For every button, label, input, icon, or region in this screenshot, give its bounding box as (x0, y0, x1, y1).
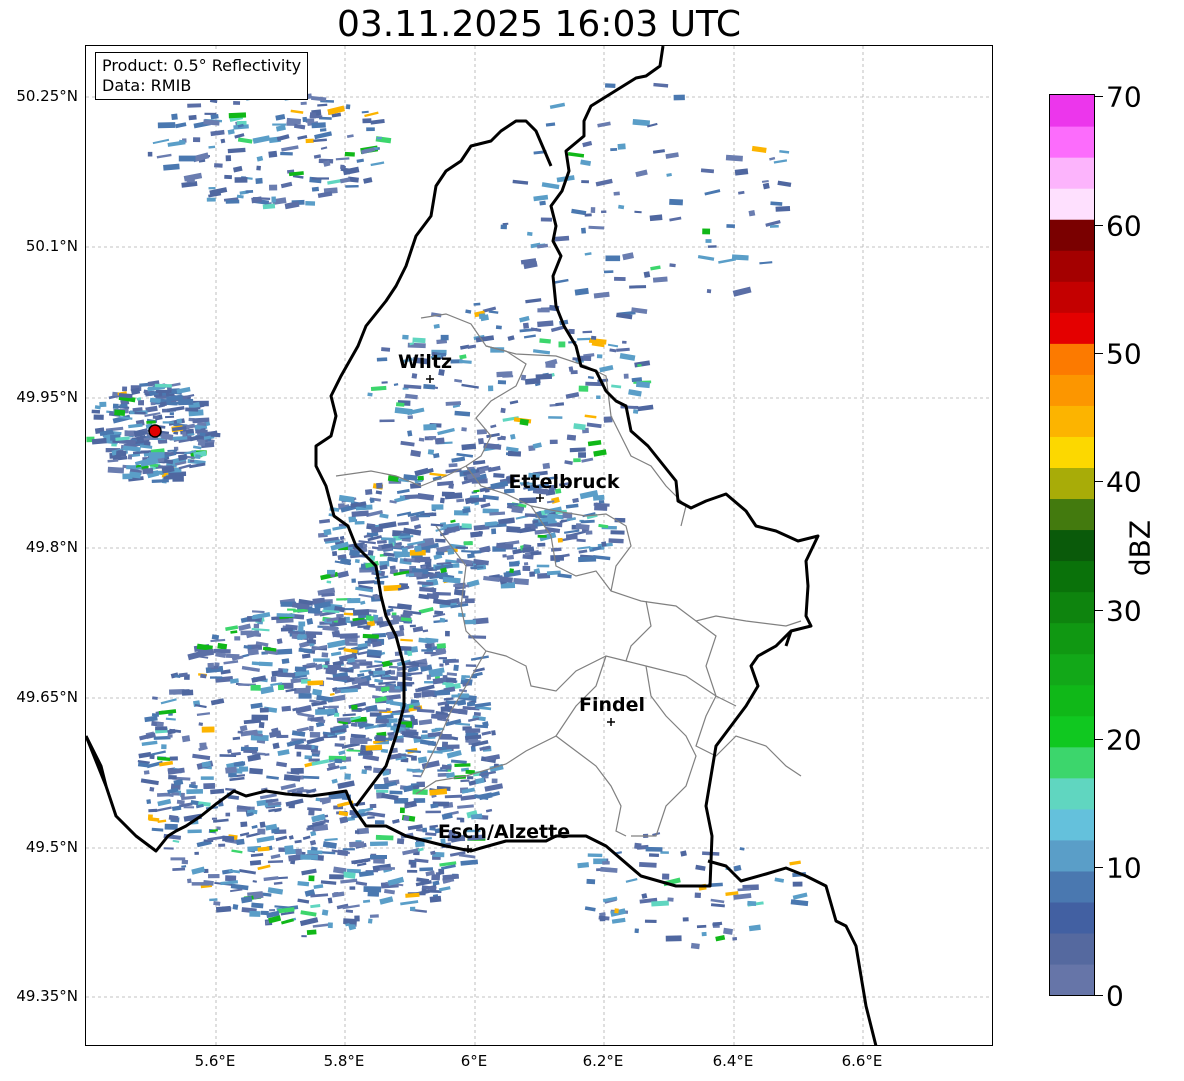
colorbar-tick (1095, 995, 1103, 996)
lon-tick-label: 6°E (460, 1052, 488, 1070)
colorbar-swatch (1050, 591, 1094, 624)
colorbar-swatch (1050, 374, 1094, 406)
colorbar-tick (1095, 867, 1103, 868)
lat-tick-label: 50.1°N (25, 237, 78, 255)
colorbar-swatch (1050, 963, 1094, 995)
lon-tick-label: 5.8°E (323, 1052, 365, 1070)
colorbar-swatch (1050, 653, 1094, 686)
colorbar-tick-label: 70 (1106, 80, 1142, 114)
colorbar-swatch (1050, 312, 1094, 344)
lon-tick-label: 5.6°E (194, 1052, 236, 1070)
colorbar-swatch (1050, 343, 1094, 375)
product-label: Product: 0.5° Reflectivity (102, 56, 302, 75)
colorbar-swatch (1050, 870, 1094, 903)
country-borders (86, 46, 878, 1045)
lat-tick-label: 49.8°N (25, 538, 78, 556)
colorbar-tick (1095, 96, 1103, 97)
colorbar-swatch (1050, 777, 1094, 810)
colorbar-swatch (1050, 684, 1094, 717)
colorbar-swatch (1050, 932, 1094, 965)
colorbar-title: dBZ (1123, 519, 1157, 577)
colorbar-tick (1095, 739, 1103, 740)
colorbar-swatch (1050, 95, 1094, 127)
colorbar-swatch (1050, 529, 1094, 562)
lat-tick-label: 49.95°N (16, 388, 78, 406)
radar-map[interactable]: Product: 0.5° Reflectivity Data: RMIB Wi… (85, 45, 993, 1046)
radar-site-marker (148, 424, 162, 438)
map-title: 03.11.2025 16:03 UTC (336, 4, 742, 45)
colorbar-tick (1095, 225, 1103, 226)
colorbar-swatch (1050, 498, 1094, 531)
data-source-label: Data: RMIB (102, 76, 192, 95)
colorbar-tick (1095, 481, 1103, 482)
lat-tick-label: 49.35°N (16, 987, 78, 1005)
colorbar-tick-label: 40 (1106, 465, 1142, 499)
colorbar-swatch (1050, 560, 1094, 593)
city-markers (426, 375, 615, 853)
lon-tick-label: 6.6°E (841, 1052, 883, 1070)
colorbar-tick-label: 30 (1106, 594, 1142, 628)
colorbar-swatch (1050, 436, 1094, 469)
product-info-box: Product: 0.5° Reflectivity Data: RMIB (95, 52, 309, 100)
colorbar-swatch (1050, 219, 1094, 251)
colorbar-swatch (1050, 808, 1094, 841)
colorbar (1049, 94, 1095, 996)
map-canvas (86, 46, 992, 1045)
colorbar-swatch (1050, 839, 1094, 872)
colorbar-tick-label: 0 (1106, 979, 1124, 1013)
colorbar-tick (1095, 353, 1103, 354)
lon-tick-label: 6.2°E (582, 1052, 624, 1070)
lon-tick-label: 6.4°E (712, 1052, 754, 1070)
city-label-esch-alzette: Esch/Alzette (437, 821, 571, 843)
colorbar-swatch (1050, 715, 1094, 748)
colorbar-swatch (1050, 281, 1094, 313)
colorbar-swatch (1050, 126, 1094, 158)
colorbar-swatch (1050, 467, 1094, 500)
colorbar-tick-label: 20 (1106, 723, 1142, 757)
colorbar-swatch (1050, 901, 1094, 934)
colorbar-swatch (1050, 188, 1094, 220)
city-label-findel: Findel (578, 694, 646, 716)
colorbar-tick (1095, 610, 1103, 611)
colorbar-swatch (1050, 405, 1094, 437)
colorbar-swatch (1050, 746, 1094, 779)
colorbar-tick-label: 10 (1106, 851, 1142, 885)
city-label-wiltz: Wiltz (397, 351, 453, 373)
colorbar-swatch (1050, 250, 1094, 282)
colorbar-swatches (1050, 95, 1094, 995)
city-label-ettelbruck: Ettelbruck (508, 471, 620, 493)
lat-tick-label: 50.25°N (16, 87, 78, 105)
lat-tick-label: 49.65°N (16, 688, 78, 706)
colorbar-tick-label: 50 (1106, 337, 1142, 371)
colorbar-swatch (1050, 157, 1094, 189)
lat-tick-label: 49.5°N (25, 838, 78, 856)
colorbar-tick-label: 60 (1106, 209, 1142, 243)
colorbar-swatch (1050, 622, 1094, 655)
